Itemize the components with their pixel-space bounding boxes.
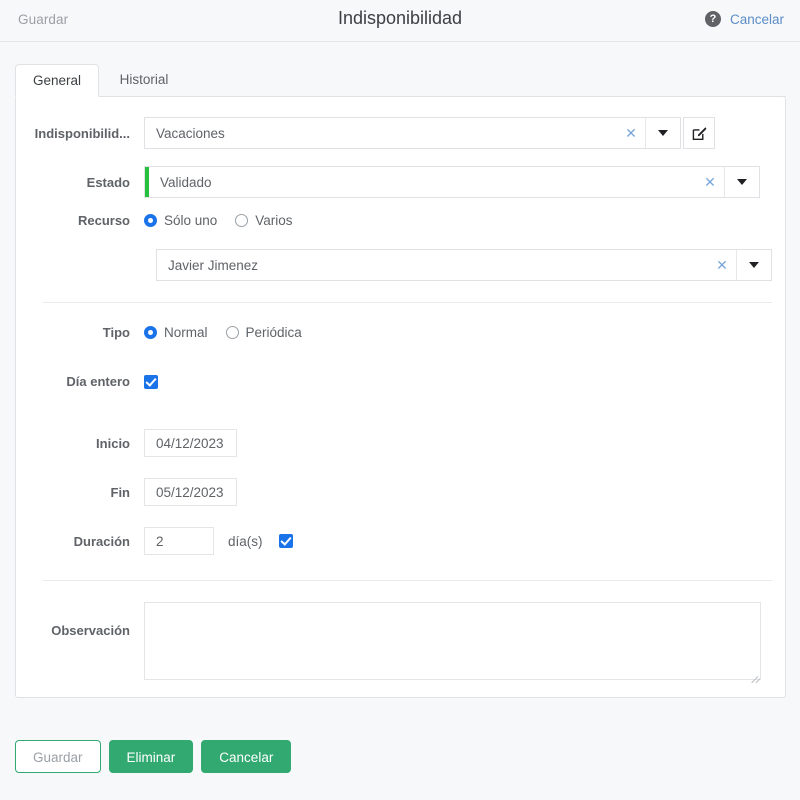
tab-general[interactable]: General [15,64,100,97]
full-day-checkbox[interactable] [144,374,158,389]
radio-indicator [144,326,157,339]
radio-label-periodica: Periódica [245,325,302,340]
field-row-end-date: Fin 05/12/2023 [16,478,237,506]
unavailability-value: Vacaciones [156,125,225,141]
cancel-button[interactable]: Cancelar [201,740,292,773]
field-row-resource-value: Javier Jimenez ✕ [156,249,772,281]
status-combo[interactable]: Validado ✕ [144,166,760,198]
page-title: Indisponibilidad [337,8,463,28]
tab-bar: General Historial [0,64,800,97]
tab-historial[interactable]: Historial [103,64,186,96]
radio-indicator [235,214,249,227]
radio-option-periodica[interactable]: Periódica [225,325,302,340]
label-status: Estado [86,174,130,190]
footer-actions: Guardar Eliminar Cancelar [15,740,292,773]
help-circle-icon[interactable]: ? [704,11,721,27]
field-row-duration: Duración 2 día(s) [16,527,293,555]
start-date-input[interactable]: 04/12/2023 [144,429,237,457]
resource-mode-radios: Sólo uno Varios [144,213,293,228]
type-radios: Normal Periódica [144,325,302,340]
chevron-down-icon[interactable] [645,118,680,148]
label-type: Tipo [102,325,130,340]
radio-option-varios[interactable]: Varios [235,213,293,228]
label-start-date: Inicio [96,435,130,451]
radio-indicator [144,214,157,227]
duration-lock-checkbox[interactable] [278,534,293,548]
field-row-type: Tipo Normal Periódica [16,325,302,340]
clear-x-icon[interactable]: ✕ [696,167,724,197]
field-row-resource-mode: Recurso Sólo uno Varios [16,213,293,228]
clear-x-icon[interactable]: ✕ [617,118,645,148]
label-full-day: Día entero [66,374,130,389]
chevron-down-icon[interactable] [736,250,771,280]
field-row-unavailability: Indisponibilid... Vacaciones ✕ [16,117,715,149]
field-row-full-day: Día entero [16,374,158,389]
label-observation: Observación [51,623,130,638]
radio-label-solo-uno: Sólo uno [164,213,218,228]
window-header: Guardar Indisponibilidad ? Cancelar [0,0,800,42]
pencil-square-icon[interactable] [683,117,715,149]
radio-option-normal[interactable]: Normal [144,325,208,340]
field-row-observation: Observación [16,602,761,684]
header-cancel-link[interactable]: Cancelar [730,12,784,27]
form-card: Indisponibilid... Vacaciones ✕ Estado Va… [15,97,786,698]
duration-input[interactable]: 2 [144,527,214,555]
section-divider [43,302,772,303]
label-duration: Duración [73,533,130,549]
field-row-start-date: Inicio 04/12/2023 [16,429,237,457]
delete-button[interactable]: Eliminar [108,740,194,773]
radio-label-normal: Normal [164,325,208,340]
label-unavailability: Indisponibilid... [34,125,130,141]
radio-indicator [225,326,239,339]
label-resource: Recurso [77,213,130,228]
resource-combo[interactable]: Javier Jimenez ✕ [156,249,772,281]
chevron-down-icon[interactable] [724,167,759,197]
header-actions: ? Cancelar [704,11,784,27]
radio-option-solo-uno[interactable]: Sólo uno [144,213,217,228]
resource-value: Javier Jimenez [168,257,259,273]
section-divider [43,580,772,581]
clear-x-icon[interactable]: ✕ [708,250,736,280]
duration-unit-label: día(s) [228,533,263,549]
radio-label-varios: Varios [255,213,293,228]
observation-textarea[interactable] [144,602,761,684]
unavailability-combo[interactable]: Vacaciones ✕ [144,117,681,149]
field-row-status: Estado Validado ✕ [16,166,760,198]
status-value: Validado [160,174,212,190]
save-button[interactable]: Guardar [15,740,101,773]
resize-grip-icon[interactable] [749,668,761,684]
label-end-date: Fin [110,484,131,500]
end-date-input[interactable]: 05/12/2023 [144,478,237,506]
